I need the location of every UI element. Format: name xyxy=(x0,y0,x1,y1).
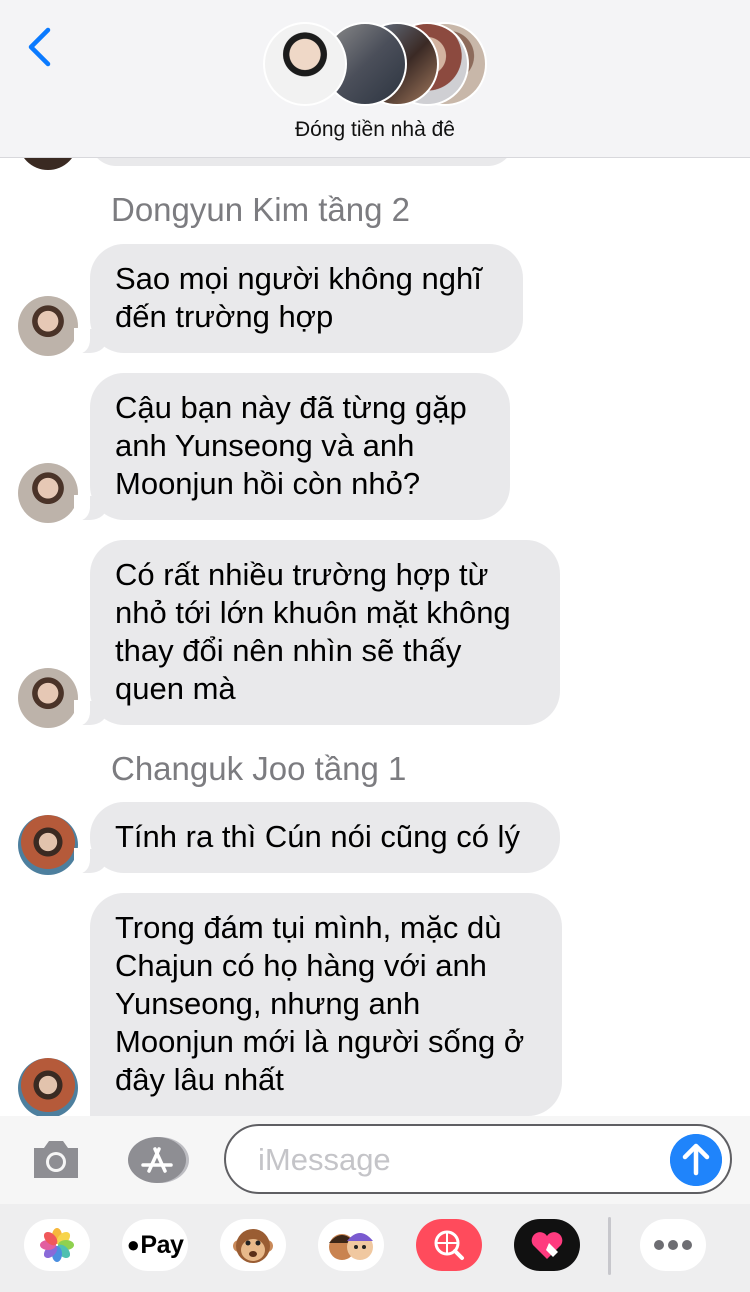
send-arrow-icon[interactable] xyxy=(670,1134,722,1186)
app-store-icon[interactable] xyxy=(127,1135,189,1185)
memoji-button[interactable] xyxy=(318,1219,384,1271)
message-bubble: Có rất nhiều trường hợp từ nhỏ tới lớn k… xyxy=(74,540,560,726)
apple-pay-button[interactable]: ● Pay xyxy=(122,1219,188,1271)
avatar[interactable] xyxy=(18,463,78,523)
sender-name: Dongyun Kim tầng 2 xyxy=(111,191,411,228)
member-avatar xyxy=(263,22,347,106)
tray-divider xyxy=(608,1217,611,1275)
camera-icon[interactable] xyxy=(30,1136,82,1182)
group-name[interactable]: Đóng tiền nhà đê xyxy=(0,118,750,142)
photos-app-button[interactable] xyxy=(24,1219,90,1271)
message-input-field[interactable] xyxy=(224,1124,732,1194)
message-bubble: Tính ra thì Cún nói cũng có lý xyxy=(74,802,560,874)
monkey-icon xyxy=(233,1229,273,1263)
photos-icon xyxy=(40,1228,74,1262)
sender-name: Changuk Joo tầng 1 xyxy=(111,750,407,787)
memoji-stickers-icon xyxy=(329,1233,373,1260)
more-dots-icon xyxy=(654,1240,692,1250)
message-bubble: Cậu bạn này đã từng gặp anh Yunseong và … xyxy=(74,373,510,521)
globe-search-icon xyxy=(416,1219,482,1271)
avatar[interactable] xyxy=(18,668,78,728)
back-chevron-icon[interactable] xyxy=(22,22,62,72)
more-apps-button[interactable] xyxy=(640,1219,706,1271)
images-search-button[interactable] xyxy=(416,1219,482,1271)
heart-touch-icon xyxy=(514,1219,580,1271)
animoji-button[interactable] xyxy=(220,1219,286,1271)
avatar[interactable] xyxy=(18,815,78,875)
apple-pay-label: Pay xyxy=(140,1230,184,1259)
digital-touch-button[interactable] xyxy=(514,1219,580,1271)
conversation-header: Đóng tiền nhà đê xyxy=(0,0,750,158)
composer-bar xyxy=(0,1116,750,1204)
group-avatars[interactable] xyxy=(263,22,487,106)
app-drawer: ● Pay xyxy=(0,1204,750,1292)
apple-logo-icon: ● xyxy=(126,1232,140,1257)
message-input[interactable] xyxy=(256,1138,660,1182)
avatar[interactable] xyxy=(18,296,78,356)
message-bubble: Trong đám tụi mình, mặc dù Chajun có họ … xyxy=(90,893,562,1116)
message-bubble: Sao mọi người không nghĩ đến trường hợp xyxy=(74,244,523,354)
avatar[interactable] xyxy=(18,1058,78,1118)
